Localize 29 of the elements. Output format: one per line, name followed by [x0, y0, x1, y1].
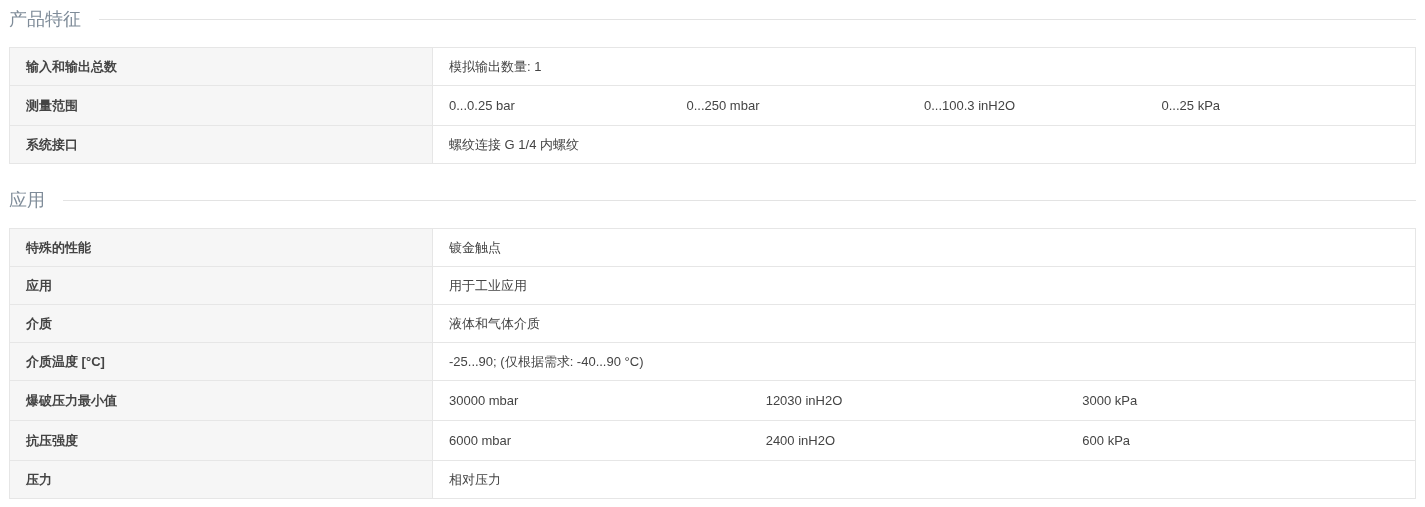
- table-cell: 抗压强度: [10, 421, 433, 460]
- table-cell: 爆破压力最小值: [10, 381, 433, 420]
- table-cell-text: 2400 inH2O: [765, 431, 837, 450]
- table-cell-text: 模拟输出数量: 1: [449, 57, 543, 76]
- table-cell-text: 30000 mbar: [449, 391, 520, 410]
- table-cell-text: 0...100.3 inH2O: [924, 96, 1017, 115]
- table-cell-text: 用于工业应用: [449, 276, 528, 295]
- table-cell: 特殊的性能: [10, 229, 433, 266]
- table-cell-text: 600 kPa: [1082, 431, 1132, 450]
- table-cell-text: 液体和气体介质: [449, 314, 541, 333]
- section-title: 应用: [9, 189, 45, 212]
- table-cell: 介质温度 [°C]: [10, 343, 433, 380]
- table-cell: 介质: [10, 305, 433, 342]
- section-title: 产品特征: [9, 8, 81, 31]
- table-cell: 系统接口: [10, 126, 433, 163]
- table-cell-text: 0...0.25 bar: [449, 96, 516, 115]
- table-cell-text: -25...90; (仅根据需求: -40...90 °C): [449, 352, 645, 371]
- table-cell-text: 螺纹连接 G 1/4 内螺纹: [449, 135, 581, 154]
- table-cell: 应用: [10, 267, 433, 304]
- table-cell: 压力: [10, 461, 433, 498]
- table-cell-text: 3000 kPa: [1082, 391, 1139, 410]
- table-cell: 输入和输出总数: [10, 48, 433, 85]
- table-cell-text: 镀金触点: [449, 238, 502, 257]
- table-cell-text: 相对压力: [449, 470, 502, 489]
- table-cell-text: 12030 inH2O: [765, 391, 844, 410]
- table-cell: 测量范围: [10, 86, 433, 125]
- table-cell-text: 0...250 mbar: [686, 96, 761, 115]
- table-cell-text: 6000 mbar: [449, 431, 513, 450]
- table-cell-text: 0...25 kPa: [1161, 96, 1222, 115]
